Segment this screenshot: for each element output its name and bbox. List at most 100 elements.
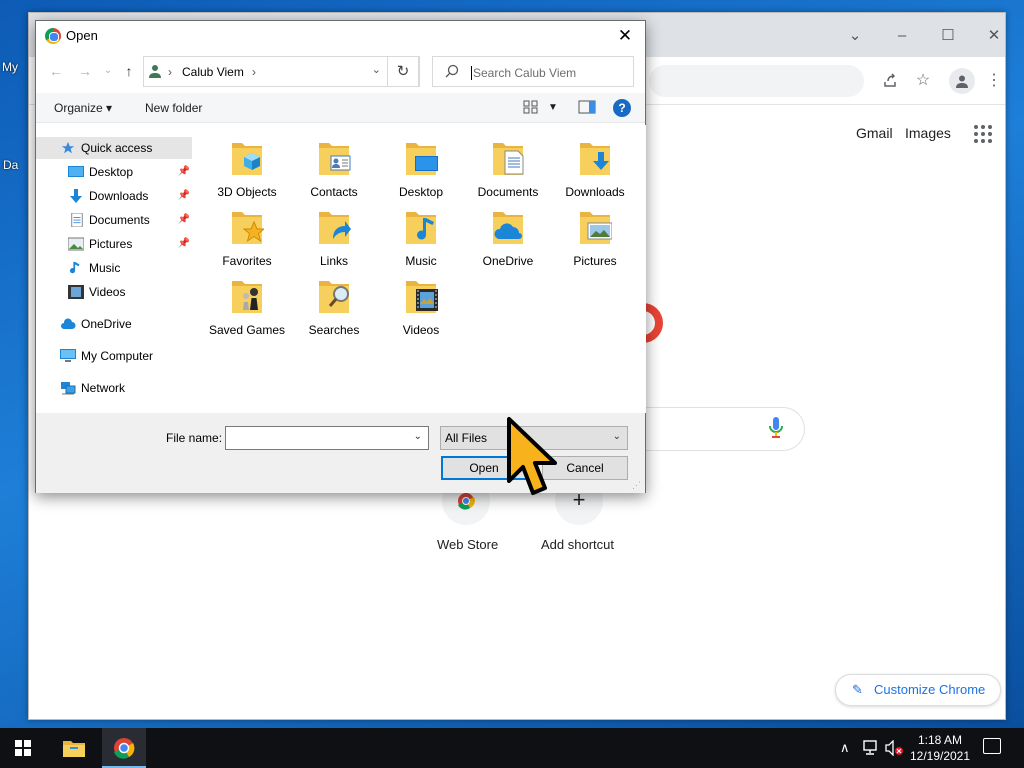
desktop-icon-label[interactable]: Da (3, 158, 18, 172)
video-icon (68, 285, 84, 299)
close-button[interactable]: ✕ (982, 25, 1005, 47)
links-folder-icon (319, 212, 351, 244)
images-link[interactable]: Images (905, 125, 951, 141)
folder-item-desktop[interactable]: Desktop (378, 129, 464, 199)
nav-label: Videos (89, 285, 126, 299)
system-clock[interactable]: 1:18 AM 12/19/2021 (905, 732, 975, 764)
new-folder-button[interactable]: New folder (145, 101, 202, 115)
nav-my-computer[interactable]: My Computer (36, 345, 194, 367)
minimize-button[interactable]: – (890, 25, 914, 47)
folder-item-music[interactable]: Music (378, 198, 464, 268)
desktop-icon-label[interactable]: My (2, 60, 18, 74)
folder-label: Pictures (573, 254, 617, 268)
folder-item-searches[interactable]: Searches (291, 267, 377, 337)
nav-label: Desktop (89, 165, 134, 179)
nav-desktop[interactable]: Desktop 📌 (36, 161, 194, 183)
folder-item-saved-games[interactable]: Saved Games (204, 267, 290, 337)
star-icon (61, 141, 75, 154)
folder-item-videos[interactable]: Videos (378, 267, 464, 337)
up-arrow-icon[interactable]: ↑ (119, 61, 139, 81)
address-bar[interactable]: › Calub Viem › ⌄ (143, 56, 420, 87)
folder-item-links[interactable]: Links (291, 198, 377, 268)
onedrive-folder-icon (493, 212, 523, 244)
add-shortcut-label[interactable]: Add shortcut (541, 537, 614, 552)
organize-button[interactable]: Organize ▾ (54, 101, 112, 115)
back-arrow-icon[interactable]: ← (46, 61, 66, 81)
tab-search-icon[interactable]: ⌄ (843, 25, 867, 47)
nav-downloads[interactable]: Downloads 📌 (36, 185, 194, 207)
network-status-icon[interactable] (862, 740, 880, 756)
download-icon (70, 189, 82, 203)
user-folder-icon (149, 65, 161, 78)
chrome-taskbar-icon[interactable] (102, 728, 146, 768)
folder-item-documents[interactable]: Documents (465, 129, 551, 199)
file-explorer-taskbar-icon[interactable] (52, 728, 96, 768)
preview-pane-icon[interactable] (578, 99, 596, 115)
breadcrumb-separator[interactable]: › (168, 65, 172, 79)
recent-locations-icon[interactable]: ⌄ (98, 61, 118, 81)
pencil-icon: ✎ (852, 682, 863, 697)
folder-item-favorites[interactable]: Favorites (204, 198, 290, 268)
maximize-button[interactable]: ☐ (936, 25, 960, 47)
nav-documents[interactable]: Documents 📌 (36, 209, 194, 231)
help-icon[interactable]: ? (613, 99, 631, 117)
profile-icon[interactable] (949, 68, 975, 94)
folder-item-onedrive[interactable]: OneDrive (465, 198, 551, 268)
volume-muted-icon[interactable] (884, 740, 904, 756)
file-name-label: File name: (166, 431, 223, 445)
refresh-icon[interactable]: ↻ (387, 56, 419, 87)
web-store-label[interactable]: Web Store (437, 537, 498, 552)
nav-pictures[interactable]: Pictures 📌 (36, 233, 194, 255)
pin-icon[interactable]: 📌 (178, 233, 190, 255)
navigation-bar: ← → ⌄ ↑ › Calub Viem › ⌄ ↻ Search Calub … (36, 55, 645, 89)
downloads-folder-icon (580, 143, 610, 175)
favorites-folder-icon (232, 212, 264, 244)
dialog-title: Open (66, 28, 98, 43)
forward-arrow-icon[interactable]: → (75, 61, 95, 81)
documents-folder-icon (493, 143, 524, 175)
view-dropdown-icon[interactable]: ▼ (548, 102, 558, 113)
google-apps-icon[interactable] (974, 125, 992, 143)
chevron-down-icon[interactable]: ⌄ (414, 431, 422, 442)
windows-start-icon[interactable] (15, 740, 31, 756)
notification-center-icon[interactable] (983, 738, 1001, 754)
omnibox[interactable] (649, 65, 864, 97)
folder-search-input[interactable]: Search Calub Viem (432, 56, 634, 87)
pin-icon[interactable]: 📌 (178, 161, 190, 183)
chevron-down-icon[interactable]: ⌄ (613, 431, 621, 442)
folder-item-contacts[interactable]: Contacts (291, 129, 377, 199)
share-icon[interactable] (877, 68, 903, 94)
gmail-link[interactable]: Gmail (856, 125, 893, 141)
kebab-menu-icon[interactable]: ⋮ (981, 68, 1005, 94)
folder-item-pictures[interactable]: Pictures (552, 198, 638, 268)
bookmark-star-icon[interactable]: ☆ (910, 68, 936, 94)
file-name-input[interactable]: ⌄ (225, 426, 429, 450)
dialog-close-button[interactable]: ✕ (613, 24, 637, 48)
videos-folder-icon (406, 281, 438, 313)
show-hidden-icons-icon[interactable]: ∧ (840, 740, 850, 756)
address-dropdown-icon[interactable]: ⌄ (372, 63, 381, 76)
chrome-icon (45, 28, 61, 44)
command-bar: Organize ▾ New folder ▼ ? (36, 93, 645, 123)
nav-network[interactable]: Network (36, 377, 194, 399)
breadcrumb-separator[interactable]: › (252, 65, 256, 79)
view-options-icon[interactable] (523, 99, 539, 115)
breadcrumb-calub-viem[interactable]: Calub Viem (182, 65, 244, 79)
nav-onedrive[interactable]: OneDrive (36, 313, 194, 335)
nav-quick-access[interactable]: Quick access (36, 137, 192, 159)
computer-icon (60, 349, 76, 362)
nav-music[interactable]: Music (36, 257, 194, 279)
searches-folder-icon (319, 281, 349, 313)
nav-videos[interactable]: Videos (36, 281, 194, 303)
folder-item-downloads[interactable]: Downloads (552, 129, 638, 199)
resize-grip-icon[interactable]: ⋰ (632, 480, 642, 490)
pin-icon[interactable]: 📌 (178, 185, 190, 207)
file-list-pane: 3D Objects Contacts Desktop Documents Do… (196, 125, 646, 413)
customize-chrome-button[interactable]: ✎ Customize Chrome (835, 674, 1001, 706)
pin-icon[interactable]: 📌 (178, 209, 190, 231)
desktop-folder-icon (406, 143, 438, 175)
microphone-icon[interactable] (769, 417, 783, 439)
folder-item-3d-objects[interactable]: 3D Objects (204, 129, 290, 199)
contacts-folder-icon (319, 143, 351, 175)
dialog-titlebar[interactable]: Open ✕ (36, 21, 645, 51)
